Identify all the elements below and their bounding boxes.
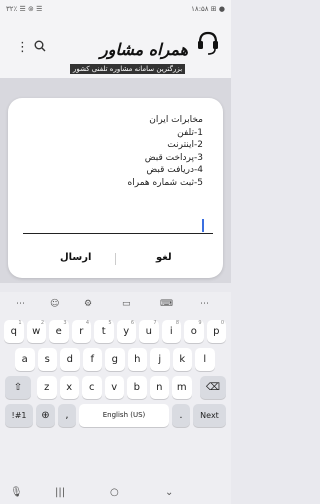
key-u[interactable]: u7 <box>139 320 159 343</box>
three-dots-icon[interactable]: ⋮ <box>16 40 29 55</box>
message-line: مخابرات ایران <box>149 115 203 125</box>
more-icon[interactable]: ⋯ <box>200 299 209 309</box>
key-i[interactable]: i8 <box>161 320 181 343</box>
comma-key[interactable]: , <box>58 404 76 427</box>
back-icon[interactable]: ⌄ <box>165 487 173 498</box>
key-row-2: asdfghjkl <box>0 348 231 371</box>
message-line: 2-اینترنت <box>167 140 203 150</box>
keyboard: ⋯ ☺ ⚙ ▭ ⌨ ⋯ q1w2e3r4t5y6u7i8o9p0 asdfghj… <box>0 292 231 484</box>
text-cursor <box>202 219 204 232</box>
settings-gear-icon[interactable]: ⚙ <box>84 299 92 309</box>
key-r[interactable]: r4 <box>71 320 91 343</box>
message-line: 1-تلفن <box>177 127 203 138</box>
send-button[interactable]: ارسال <box>60 252 91 263</box>
button-divider <box>115 253 116 265</box>
key-y[interactable]: y6 <box>116 320 136 343</box>
key-k[interactable]: k <box>172 348 192 371</box>
grid-icon[interactable]: ⋯ <box>16 299 25 309</box>
key-s[interactable]: s <box>37 348 57 371</box>
home-icon[interactable]: ○ <box>110 487 119 498</box>
space-key[interactable]: English (US) <box>79 404 169 427</box>
mic-icon[interactable]: 🎙 <box>10 487 23 498</box>
logo-subtitle: بزرگترین سامانه مشاوره تلفنی کشور <box>70 64 186 74</box>
key-n[interactable]: n <box>149 376 169 399</box>
keyboard-mode-icon[interactable]: ⌨ <box>160 299 173 309</box>
key-j[interactable]: j <box>150 348 170 371</box>
key-m[interactable]: m <box>172 376 192 399</box>
emoji-icon[interactable]: ☺ <box>50 299 59 309</box>
key-d[interactable]: d <box>60 348 80 371</box>
key-a[interactable]: a <box>15 348 35 371</box>
key-v[interactable]: v <box>104 376 124 399</box>
nav-bar: 🎙 ||| ○ ⌄ <box>0 484 231 504</box>
key-p[interactable]: p0 <box>206 320 226 343</box>
key-g[interactable]: g <box>105 348 125 371</box>
cancel-button[interactable]: لغو <box>156 252 172 263</box>
key-z[interactable]: z <box>37 376 57 399</box>
keyboard-toolbar: ⋯ ☺ ⚙ ▭ ⌨ ⋯ <box>0 296 231 314</box>
key-row-4: !#1 ⊕ , English (US) . Next <box>0 404 231 427</box>
key-c[interactable]: c <box>82 376 102 399</box>
message-line: 3-پرداخت قبض <box>144 152 203 163</box>
key-l[interactable]: l <box>195 348 215 371</box>
backspace-key-icon[interactable]: ⌫ <box>200 376 226 399</box>
next-key[interactable]: Next <box>193 404 226 427</box>
key-t[interactable]: t5 <box>94 320 114 343</box>
period-key[interactable]: . <box>172 404 190 427</box>
status-bar: ۳۲٪ ☰ ⊚ ☰ ۱۸:۵۸ ⊞ ● <box>0 0 231 18</box>
key-e[interactable]: e3 <box>49 320 69 343</box>
shift-key-icon[interactable]: ⇧ <box>5 376 31 399</box>
status-right: ۱۸:۵۸ ⊞ ● <box>191 5 225 13</box>
key-o[interactable]: o9 <box>184 320 204 343</box>
key-x[interactable]: x <box>59 376 79 399</box>
key-w[interactable]: w2 <box>26 320 46 343</box>
clipboard-icon[interactable]: ▭ <box>122 299 131 309</box>
symbols-key[interactable]: !#1 <box>5 404 33 427</box>
message-line: 4-دریافت قبض <box>146 165 203 175</box>
key-h[interactable]: h <box>127 348 147 371</box>
key-b[interactable]: b <box>127 376 147 399</box>
reply-input[interactable] <box>23 233 213 234</box>
key-row-3: ⇧ ⌫ zxcvbnm <box>0 376 231 399</box>
search-icon[interactable] <box>34 40 46 56</box>
message-line: 5-ثبت شماره همراه <box>127 177 203 188</box>
status-left: ۳۲٪ ☰ ⊚ ☰ <box>6 5 43 13</box>
dialog-message: مخابرات ایران 1-تلفن 2-اینترنت 3-پرداخت … <box>128 114 203 189</box>
key-f[interactable]: f <box>82 348 102 371</box>
recent-apps-icon[interactable]: ||| <box>55 487 65 498</box>
key-row-1: q1w2e3r4t5y6u7i8o9p0 <box>0 320 231 343</box>
key-q[interactable]: q1 <box>4 320 24 343</box>
logo-title: همراه مشاور <box>100 40 189 59</box>
ussd-dialog: مخابرات ایران 1-تلفن 2-اینترنت 3-پرداخت … <box>8 98 223 278</box>
headset-logo-icon <box>196 30 220 56</box>
globe-key-icon[interactable]: ⊕ <box>36 404 55 427</box>
